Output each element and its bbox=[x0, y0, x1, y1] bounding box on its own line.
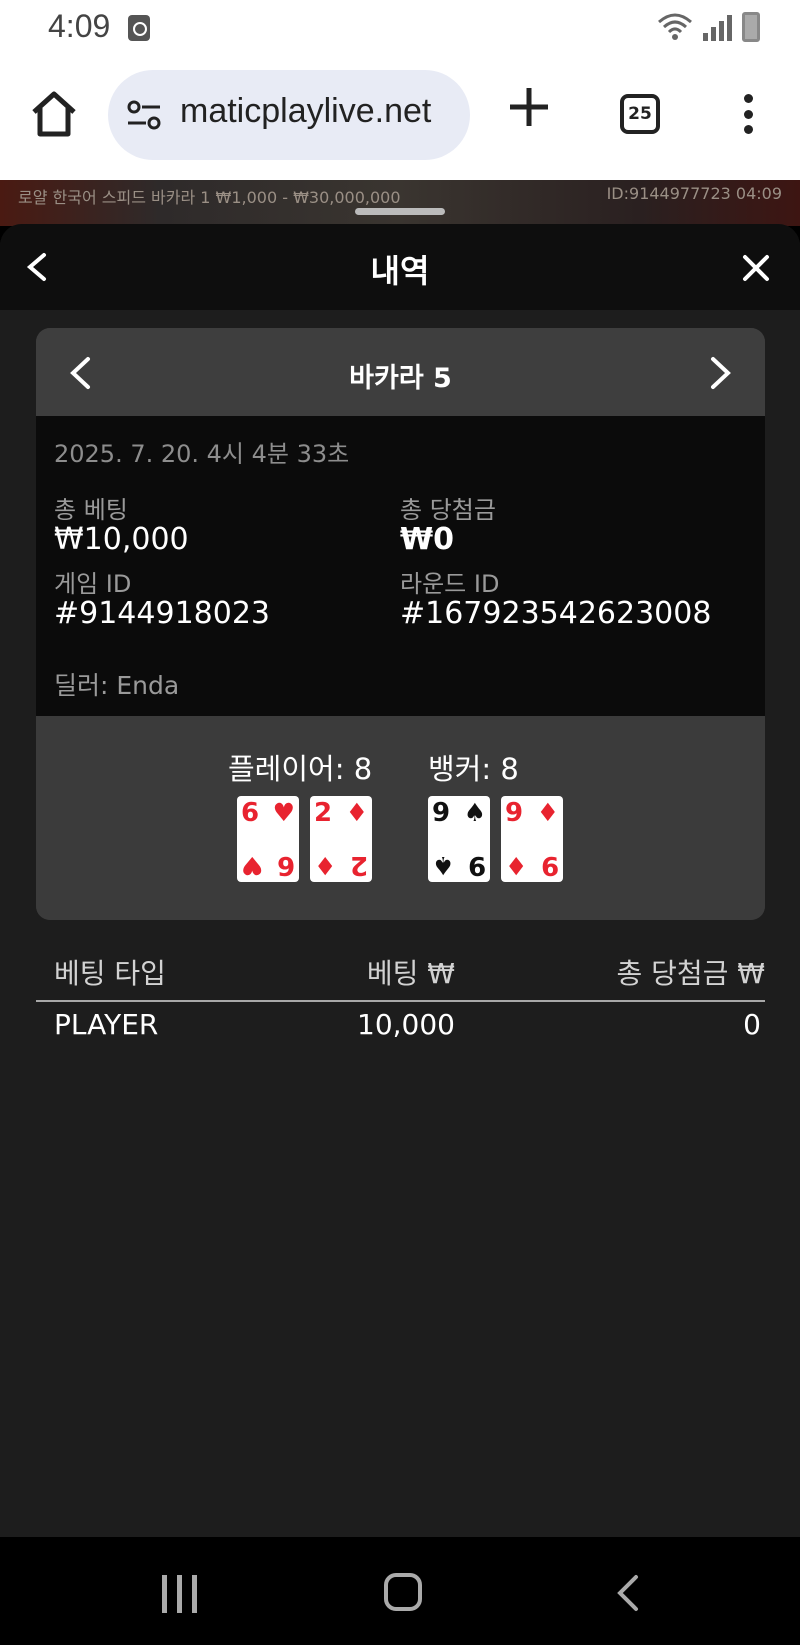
round-datetime: 2025. 7. 20. 4시 4분 33초 bbox=[54, 440, 350, 468]
column-bet-amount: 베팅 ₩ bbox=[366, 957, 455, 990]
card-suit-icon: ♦ bbox=[505, 851, 528, 880]
total-win-label: 총 당첨금 bbox=[400, 496, 496, 524]
round-navigator: 바카라 5 bbox=[36, 328, 765, 416]
back-nav-icon[interactable] bbox=[612, 1573, 642, 1613]
card-rank: 2 bbox=[314, 798, 333, 828]
url-text[interactable]: maticplaylive.net bbox=[180, 92, 465, 131]
card-suit-icon: ♠ bbox=[463, 798, 486, 827]
total-bet-value: ₩10,000 bbox=[54, 522, 189, 557]
recent-apps-icon[interactable] bbox=[162, 1575, 197, 1613]
card-suit-icon: ♠ bbox=[432, 851, 455, 880]
player-card-2: 2 ♦ ♦ 2 bbox=[310, 796, 372, 882]
card-suit-icon: ♦ bbox=[536, 798, 559, 827]
total-win-value: ₩0 bbox=[400, 522, 454, 557]
history-header: 내역 bbox=[0, 224, 800, 310]
round-result: 플레이어: 8 뱅커: 8 6 ♥ ♥ 6 2 ♦ ♦ 2 9 ♠ ♠ 9 9 ♦ ♦ 9 bbox=[36, 716, 765, 920]
new-tab-icon[interactable] bbox=[508, 86, 550, 128]
game-id-time: ID:9144977723 04:09 bbox=[606, 184, 782, 203]
banker-card-1: 9 ♠ ♠ 9 bbox=[428, 796, 490, 882]
tab-switcher-button[interactable]: 25 bbox=[620, 94, 660, 134]
home-icon[interactable] bbox=[28, 88, 80, 140]
history-panel: 내역 바카라 5 2025. 7. 20. 4시 4분 33초 총 베팅 ₩10… bbox=[0, 224, 800, 1537]
column-total-win: 총 당첨금 ₩ bbox=[616, 957, 765, 990]
round-id-value: #167923542623008 bbox=[400, 596, 712, 631]
card-rank: 9 bbox=[505, 798, 524, 828]
game-id-value: #9144918023 bbox=[54, 596, 271, 631]
card-rank: 6 bbox=[241, 798, 260, 828]
dealer-name: 딜러: Enda bbox=[54, 671, 180, 700]
bet-amount-cell: 10,000 bbox=[357, 1008, 455, 1041]
banker-card-2: 9 ♦ ♦ 9 bbox=[501, 796, 563, 882]
card-rank: 9 bbox=[432, 798, 451, 828]
table-divider bbox=[36, 1000, 765, 1002]
banker-score: 뱅커: 8 bbox=[428, 752, 519, 786]
signal-icon bbox=[703, 13, 732, 41]
total-bet-label: 총 베팅 bbox=[54, 496, 128, 524]
card-suit-icon: ♦ bbox=[345, 798, 368, 827]
drag-handle[interactable] bbox=[355, 208, 445, 215]
address-bar[interactable]: maticplaylive.net bbox=[108, 70, 470, 160]
wifi-icon bbox=[658, 13, 692, 40]
table-info: 로얄 한국어 스피드 바카라 1 ₩1,000 - ₩30,000,000 bbox=[18, 188, 401, 207]
card-suit-icon: ♥ bbox=[272, 798, 295, 827]
card-rank: 6 bbox=[276, 850, 295, 880]
battery-icon bbox=[742, 12, 760, 42]
card-rank: 9 bbox=[467, 850, 486, 880]
status-time: 4:09 bbox=[48, 8, 111, 44]
browser-toolbar: maticplaylive.net 25 bbox=[0, 58, 800, 180]
game-title: 바카라 5 bbox=[349, 363, 452, 394]
player-card-1: 6 ♥ ♥ 6 bbox=[237, 796, 299, 882]
total-win-cell: 0 bbox=[743, 1008, 761, 1041]
round-id-label: 라운드 ID bbox=[400, 570, 500, 598]
round-card: 바카라 5 2025. 7. 20. 4시 4분 33초 총 베팅 ₩10,00… bbox=[36, 328, 765, 920]
more-menu-icon[interactable] bbox=[738, 94, 758, 134]
status-bar: 4:09 bbox=[0, 0, 800, 58]
card-suit-icon: ♦ bbox=[314, 851, 337, 880]
card-suit-icon: ♥ bbox=[241, 851, 264, 880]
home-nav-icon[interactable] bbox=[384, 1573, 422, 1611]
player-score: 플레이어: 8 bbox=[228, 752, 373, 786]
card-rank: 2 bbox=[349, 850, 368, 880]
system-nav-bar bbox=[0, 1537, 800, 1645]
bet-type-cell: PLAYER bbox=[54, 1008, 159, 1041]
card-rank: 9 bbox=[540, 850, 559, 880]
site-settings-icon[interactable] bbox=[126, 98, 162, 132]
game-id-label: 게임 ID bbox=[54, 570, 132, 598]
alarm-icon bbox=[128, 15, 150, 41]
round-details: 2025. 7. 20. 4시 4분 33초 총 베팅 ₩10,000 총 당첨… bbox=[36, 416, 765, 716]
game-info-strip: 로얄 한국어 스피드 바카라 1 ₩1,000 - ₩30,000,000 ID… bbox=[0, 180, 800, 226]
next-round-icon[interactable] bbox=[709, 356, 733, 390]
page-title: 내역 bbox=[370, 252, 430, 290]
close-icon[interactable] bbox=[742, 254, 770, 282]
column-bet-type: 베팅 타입 bbox=[54, 957, 166, 990]
